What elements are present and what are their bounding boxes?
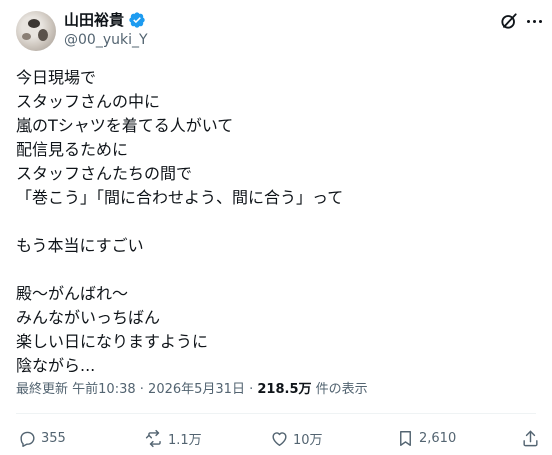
tweet-line: 陰ながら... <box>16 356 96 375</box>
grok-icon[interactable] <box>499 11 519 31</box>
tweet-line <box>16 210 536 234</box>
reply-icon <box>20 431 35 447</box>
avatar[interactable] <box>16 11 56 51</box>
tweet-line: 今日現場で <box>16 68 97 87</box>
author-display-name[interactable]: 山田裕貴 <box>64 10 124 30</box>
heart-icon <box>272 432 287 446</box>
views-count[interactable]: 218.5万 <box>257 382 311 397</box>
author-name-row[interactable]: 山田裕貴 <box>64 10 146 30</box>
tweet-line: もう本当にすごい <box>16 236 144 255</box>
tweet-time[interactable]: 午前10:38 <box>72 382 135 397</box>
reply-button[interactable]: 355 <box>18 429 66 448</box>
updated-label: 最終更新 <box>16 382 69 397</box>
bookmark-icon <box>400 431 411 446</box>
repost-count: 1.1万 <box>168 433 202 448</box>
action-bar: 355 1.1万 10万 2,610 <box>0 425 552 455</box>
repost-icon <box>145 429 161 448</box>
meta-separator: · <box>139 382 144 397</box>
tweet-line: 楽しい日になりますように <box>16 332 209 351</box>
meta-separator: · <box>249 382 254 397</box>
tweet-line: 「巻こう」「間に合わせよう、間に合う」って <box>16 188 344 207</box>
tweet-meta: 最終更新 午前10:38 · 2026年5月31日 · 218.5万 件の表示 <box>16 381 368 399</box>
like-count: 10万 <box>293 433 323 448</box>
tweet-date[interactable]: 2026年5月31日 <box>148 382 245 397</box>
share-icon <box>523 430 538 447</box>
tweet-line: 嵐のTシャツを着てる人がいて <box>16 116 234 135</box>
tweet-line: スタッフさんの中に <box>16 92 161 111</box>
share-button[interactable] <box>521 429 540 448</box>
verified-badge-icon <box>129 12 145 28</box>
tweet-text: 今日現場で スタッフさんの中に 嵐のTシャツを着てる人がいて 配信見るために ス… <box>16 66 536 378</box>
tweet-line: 配信見るために <box>16 140 129 159</box>
tweet-line <box>16 258 536 282</box>
repost-button[interactable]: 1.1万 <box>145 429 202 448</box>
tweet-line: 殿〜がんばれ〜 <box>16 284 129 303</box>
tweet-line: みんながいっちばん <box>16 308 161 327</box>
more-icon[interactable] <box>523 14 545 28</box>
reply-count: 355 <box>41 431 66 446</box>
divider <box>16 413 536 414</box>
tweet-line: スタッフさんたちの間で <box>16 164 193 183</box>
like-button[interactable]: 10万 <box>270 429 323 448</box>
bookmark-button[interactable]: 2,610 <box>396 429 456 448</box>
views-label: 件の表示 <box>315 382 368 397</box>
bookmark-count: 2,610 <box>419 431 457 446</box>
author-handle[interactable]: @00_yuki_Y <box>64 31 148 49</box>
